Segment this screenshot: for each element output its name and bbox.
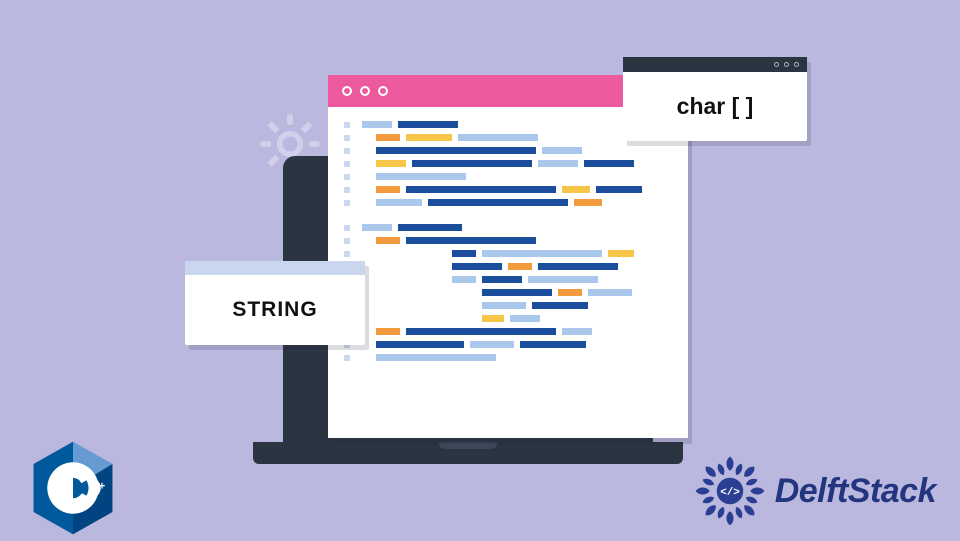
window-dot-icon [378, 86, 388, 96]
window-dot-icon [784, 62, 789, 67]
svg-text:+: + [99, 481, 106, 493]
card-titlebar-dark [623, 57, 807, 72]
string-card: STRING [185, 261, 365, 345]
char-label: char [ ] [623, 72, 807, 141]
delftstack-text: DelftStack [775, 472, 936, 511]
cpp-logo-icon: + + [30, 440, 116, 536]
window-dot-icon [774, 62, 779, 67]
window-dot-icon [360, 86, 370, 96]
string-label: STRING [185, 275, 365, 345]
card-titlebar [185, 261, 365, 275]
svg-text:</>: </> [720, 487, 740, 499]
window-dot-icon [794, 62, 799, 67]
delftstack-emblem-icon: </> [691, 452, 769, 530]
laptop-base [253, 442, 683, 464]
window-dot-icon [342, 86, 352, 96]
char-array-card: char [ ] [623, 57, 807, 141]
delftstack-logo: </> DelftStack [691, 452, 936, 530]
laptop-notch [439, 442, 497, 449]
svg-text:+: + [88, 481, 95, 493]
code-body [328, 107, 688, 377]
